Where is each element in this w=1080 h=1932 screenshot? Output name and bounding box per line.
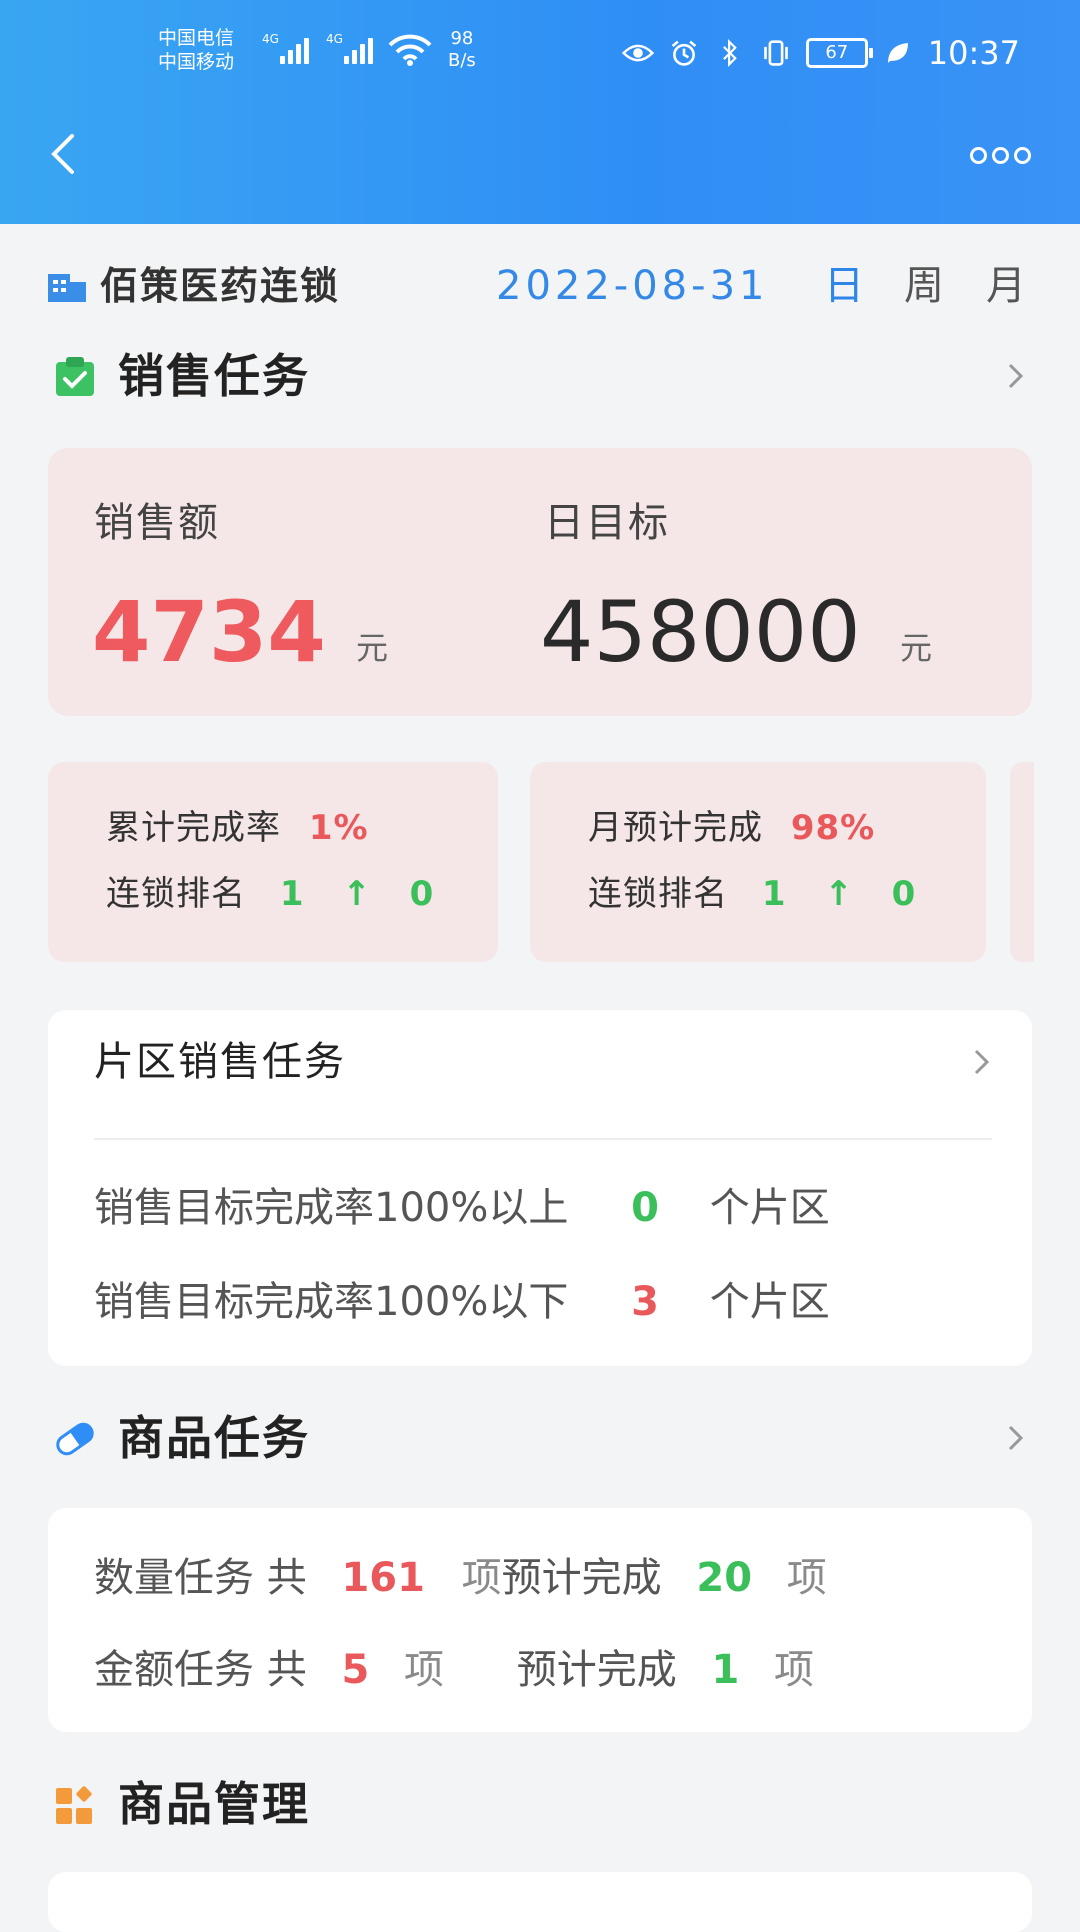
rank-change: 0 — [891, 874, 917, 914]
product-task-header[interactable]: 商品任务 — [54, 1408, 1034, 1468]
target-unit: 元 — [900, 629, 933, 667]
net-speed: 98 B/s — [448, 28, 476, 71]
carrier-info: 中国电信 中国移动 — [158, 26, 234, 74]
back-button[interactable] — [44, 132, 84, 176]
network-type-2: 4G — [326, 32, 343, 46]
period-tab-week[interactable]: 周 — [904, 260, 944, 312]
more-button[interactable] — [970, 144, 1034, 164]
area-count-above: 0 — [631, 1185, 659, 1231]
product-task-card[interactable]: 数量任务 共 161 项预计完成 20 项 金额任务 共 5 项 预计完成 1 … — [48, 1508, 1032, 1732]
building-icon — [48, 274, 86, 302]
vibrate-icon — [763, 40, 788, 66]
section-title: 销售任务 — [118, 349, 310, 403]
area-row-above: 销售目标完成率100%以上 0 个片区 — [94, 1180, 830, 1236]
chevron-right-icon — [1008, 1425, 1024, 1451]
filter-bar: 佰策医药连锁 2022-08-31 日 周 月 — [48, 260, 1032, 312]
quantity-task-row: 数量任务 共 161 项预计完成 20 项 — [94, 1555, 827, 1601]
area-count-below: 3 — [631, 1279, 659, 1325]
battery-icon: 67 — [805, 38, 873, 68]
clipboard-check-icon — [56, 357, 94, 396]
section-title: 商品管理 — [118, 1777, 310, 1831]
target-value: 458000 — [540, 583, 861, 681]
product-mgmt-header[interactable]: 商品管理 — [54, 1774, 1034, 1834]
alarm-icon — [671, 40, 696, 66]
wifi-icon — [388, 34, 432, 66]
rank-change: 0 — [409, 874, 435, 914]
next-card-peek — [1010, 762, 1034, 962]
area-task-card: 片区销售任务 销售目标完成率100%以上 0 个片区 销售目标完成率100%以下… — [48, 1010, 1032, 1366]
bluetooth-icon — [722, 39, 737, 67]
chevron-left-icon — [51, 134, 74, 174]
chevron-right-icon[interactable] — [972, 1048, 992, 1076]
rate-label: 月预计完成 — [588, 808, 763, 848]
section-title: 商品任务 — [118, 1411, 310, 1465]
more-dots-icon — [970, 147, 987, 164]
rate-label: 累计完成率 — [106, 808, 281, 848]
sales-label: 销售额 — [94, 500, 220, 546]
eye-icon — [621, 44, 654, 62]
carrier-2: 中国移动 — [158, 51, 235, 73]
rate-value: 1% — [308, 808, 369, 848]
date-picker[interactable]: 2022-08-31 — [496, 260, 768, 312]
rank-value: 1 — [279, 874, 305, 914]
area-row-below: 销售目标完成率100%以下 3 个片区 — [94, 1274, 830, 1330]
arrow-up-icon: ↑ — [342, 874, 372, 914]
forecast-card[interactable]: 月预计完成 98% 连锁排名 1 ↑ 0 — [530, 762, 986, 962]
rank-label: 连锁排名 — [588, 874, 728, 914]
completion-card[interactable]: 累计完成率 1% 连锁排名 1 ↑ 0 — [48, 762, 498, 962]
sales-value: 4734 — [92, 583, 326, 681]
signal-bars-icon — [280, 34, 316, 64]
arrow-up-icon: ↑ — [824, 874, 854, 914]
grid-apps-icon — [56, 1786, 92, 1824]
pill-icon — [56, 1422, 94, 1456]
divider — [94, 1138, 992, 1140]
company-selector[interactable]: 佰策医药连锁 — [100, 260, 340, 312]
amount-task-row: 金额任务 共 5 项 预计完成 1 项 — [94, 1647, 814, 1693]
sales-task-header[interactable]: 销售任务 — [54, 346, 1034, 406]
rank-value: 1 — [761, 874, 787, 914]
signal-bars-icon — [344, 34, 380, 64]
clock: 10:37 — [927, 34, 1020, 72]
leaf-icon — [887, 43, 908, 63]
carrier-1: 中国电信 — [158, 27, 235, 49]
rank-label: 连锁排名 — [106, 874, 246, 914]
network-type-1: 4G — [262, 32, 279, 46]
app-header: 中国电信 中国移动 4G 4G 98 B/s 67 10:37 — [0, 0, 1080, 224]
area-task-title[interactable]: 片区销售任务 — [94, 1034, 346, 1090]
chevron-right-icon — [1008, 363, 1024, 389]
product-mgmt-card — [48, 1872, 1032, 1932]
period-tab-month[interactable]: 月 — [986, 260, 1026, 312]
target-label: 日目标 — [544, 500, 670, 546]
rate-value: 98% — [790, 808, 876, 848]
status-icons: 67 10:37 — [621, 34, 1020, 72]
sales-summary-card: 销售额 4734 元 日目标 458000 元 — [48, 448, 1032, 716]
period-tab-day[interactable]: 日 — [824, 260, 864, 312]
sales-unit: 元 — [356, 629, 389, 667]
